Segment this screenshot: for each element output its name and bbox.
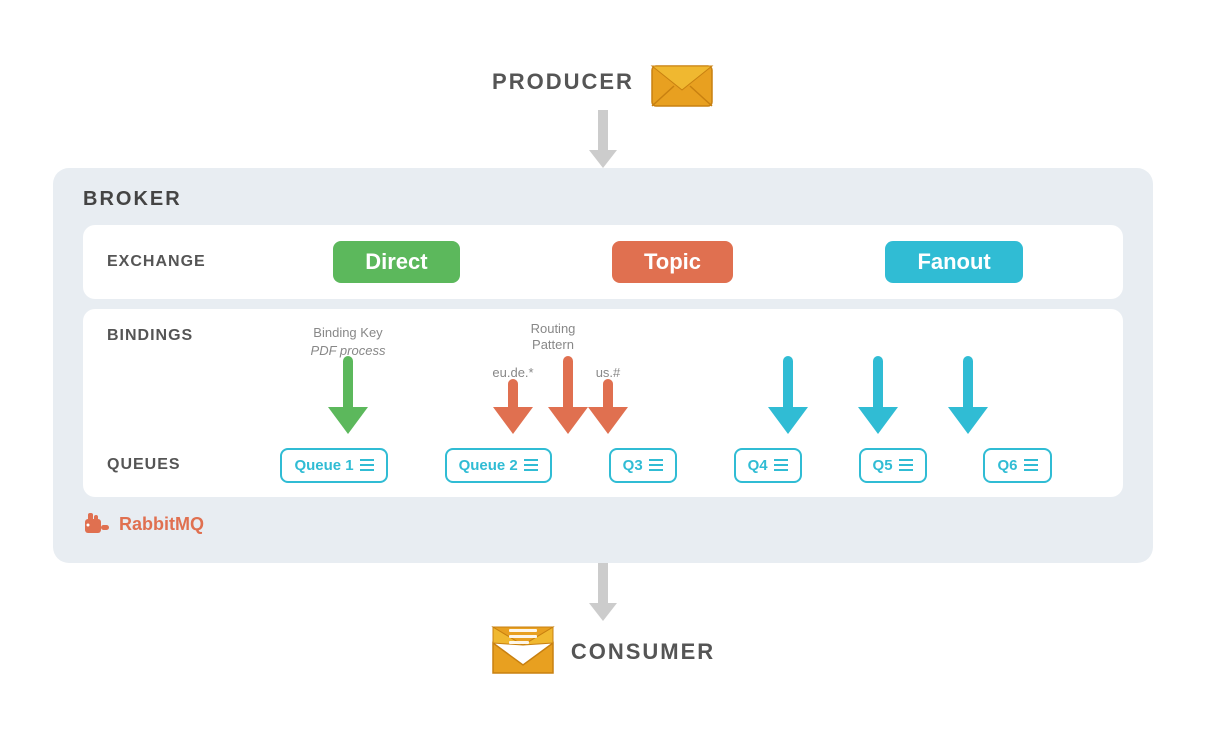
bindings-label: BINDINGS [107,327,217,345]
consumer-section: CONSUMER [491,621,715,677]
queues-label: QUEUES [107,456,217,474]
exchange-direct-badge: Direct [333,241,459,283]
svg-text:Routing: Routing [531,321,576,336]
producer-label: PRODUCER [492,69,634,95]
exchange-topic-badge: Topic [612,241,733,283]
queue-6-badge: Q6 [983,448,1051,483]
svg-text:Pattern: Pattern [532,337,574,352]
consumer-envelope-icon [491,621,555,677]
queue-2-badge: Queue 2 [445,448,552,483]
broker-to-consumer-arrow [589,563,617,621]
queue-5-badge: Q5 [859,448,927,483]
svg-text:eu.de.*: eu.de.* [492,365,533,380]
bindings-queues-container: BINDINGS Binding Key PDF process Routi [83,309,1123,497]
producer-envelope-icon [650,60,714,110]
svg-text:Binding Key: Binding Key [313,325,383,340]
queue-lines-icon [524,459,538,471]
bindings-row: BINDINGS Binding Key PDF process Routi [107,319,1099,444]
rabbitmq-icon [83,511,111,539]
broker-label: BROKER [83,188,1123,211]
producer-to-broker-arrow [589,110,617,168]
queue-1-badge: Queue 1 [280,448,387,483]
bindings-svg: Binding Key PDF process Routing Pattern … [217,319,1099,439]
broker-box: BROKER EXCHANGE Direct Topic Fanout [53,168,1153,563]
queue-lines-icon [1024,459,1038,471]
consumer-label: CONSUMER [571,639,715,665]
bindings-arrows: Binding Key PDF process Routing Pattern … [217,319,1099,444]
queue-lines-icon [360,459,374,471]
queue-lines-icon [649,459,663,471]
queues-items: Queue 1 Queue 2 Q3 [217,448,1075,483]
svg-text:PDF process: PDF process [311,343,386,358]
rabbitmq-footer: RabbitMQ [83,511,1123,539]
queue-4-badge: Q4 [734,448,802,483]
diagram-wrapper: PRODUCER BROKER EXCHANGE Direct T [53,60,1153,677]
exchange-row: EXCHANGE Direct Topic Fanout [83,225,1123,299]
queue-lines-icon [774,459,788,471]
producer-section: PRODUCER [492,60,714,110]
exchange-items: Direct Topic Fanout [217,241,1099,283]
queue-lines-icon [899,459,913,471]
exchange-fanout-badge: Fanout [885,241,1022,283]
queue-3-badge: Q3 [609,448,677,483]
exchange-label: EXCHANGE [107,253,217,271]
svg-text:us.#: us.# [596,365,621,380]
rabbitmq-label: RabbitMQ [119,514,204,535]
